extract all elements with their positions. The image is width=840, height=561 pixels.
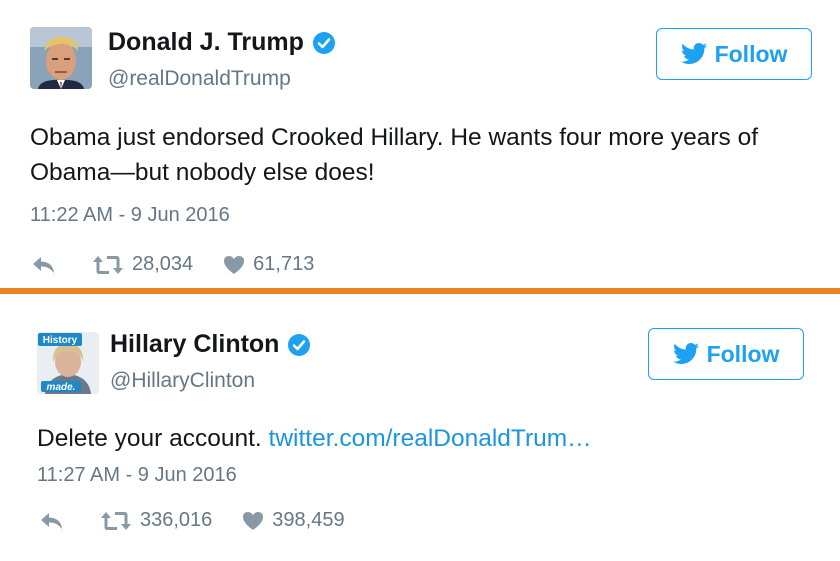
tweet-text-body: Delete your account.	[37, 425, 262, 452]
retweet-icon	[101, 511, 131, 530]
twitter-bird-icon	[680, 43, 707, 64]
avatar-badge-bottom: made.	[47, 382, 76, 393]
follow-label: Follow	[706, 340, 780, 367]
avatar-image	[30, 27, 92, 89]
tweet-link[interactable]: twitter.com/realDonaldTrum…	[269, 425, 592, 452]
like-count: 61,713	[253, 253, 315, 275]
timestamp[interactable]: 11:27 AM - 9 Jun 2016	[37, 464, 237, 487]
display-name[interactable]: Donald J. Trump	[108, 28, 304, 57]
avatar-trump[interactable]	[30, 27, 92, 89]
tweet-actions: 336,016 398,459	[40, 509, 345, 532]
verified-badge-icon	[312, 31, 335, 54]
retweet-button[interactable]: 336,016	[100, 509, 212, 532]
follow-button[interactable]: Follow	[648, 328, 804, 380]
like-count: 398,459	[272, 509, 345, 531]
handle[interactable]: @realDonaldTrump	[108, 67, 291, 91]
name-row: Hillary Clinton	[110, 330, 311, 359]
follow-button[interactable]: Follow	[656, 28, 812, 80]
like-button[interactable]: 398,459	[242, 509, 345, 532]
reply-icon	[33, 256, 54, 273]
retweet-button[interactable]: 28,034	[92, 253, 193, 276]
twitter-bird-icon	[672, 343, 699, 364]
avatar-clinton[interactable]: History made.	[37, 332, 99, 394]
follow-label: Follow	[714, 40, 788, 67]
retweet-count: 28,034	[132, 253, 194, 275]
retweet-count: 336,016	[140, 509, 213, 531]
like-button[interactable]: 61,713	[223, 253, 314, 276]
tweet-text: Delete your account. twitter.com/realDon…	[37, 421, 827, 456]
avatar-image: History made.	[37, 332, 99, 394]
timestamp[interactable]: 11:22 AM - 9 Jun 2016	[30, 204, 230, 227]
display-name[interactable]: Hillary Clinton	[110, 330, 279, 359]
tweet-actions: 28,034 61,713	[32, 253, 314, 276]
verified-badge-icon	[288, 333, 311, 356]
heart-icon	[243, 511, 264, 530]
reply-button[interactable]	[32, 255, 56, 275]
reply-icon	[41, 512, 62, 529]
tweet-trump: Donald J. Trump @realDonaldTrump Follow …	[0, 0, 840, 288]
name-row: Donald J. Trump	[108, 28, 336, 57]
tweet-clinton: History made. Hillary Clinton @HillaryCl…	[0, 294, 840, 561]
tweet-text: Obama just endorsed Crooked Hillary. He …	[30, 124, 759, 186]
handle[interactable]: @HillaryClinton	[110, 369, 255, 393]
reply-button[interactable]	[40, 511, 64, 531]
heart-icon	[224, 255, 245, 274]
avatar-badge-top: History	[43, 335, 78, 346]
retweet-icon	[93, 255, 123, 274]
